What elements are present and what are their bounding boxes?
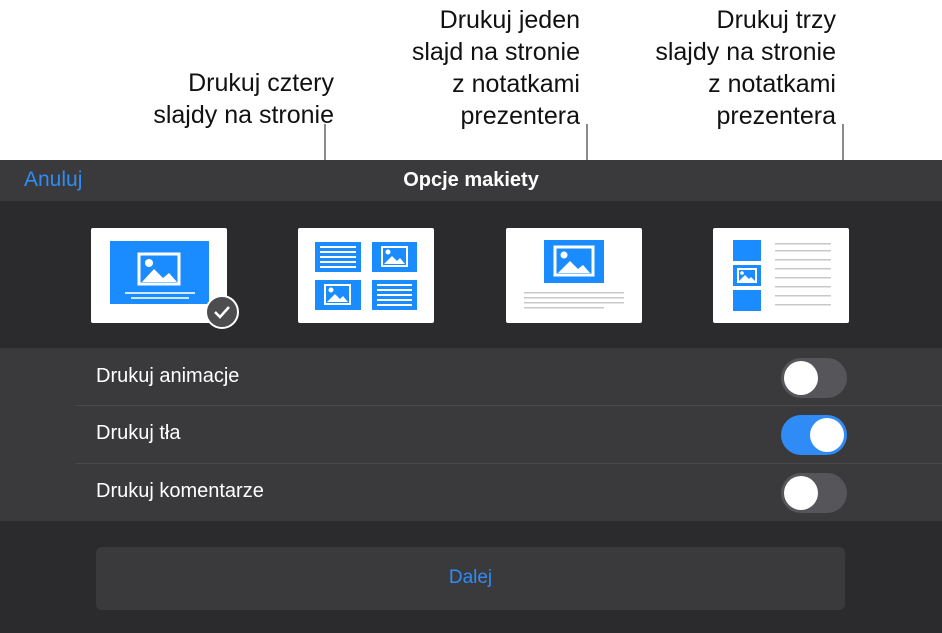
option-row-backgrounds: Drukuj tła: [76, 406, 942, 463]
layout-options-dialog: Anuluj Opcje makiety Drukuj animacje Dru…: [0, 160, 942, 633]
option-row-comments: Drukuj komentarze: [76, 464, 942, 521]
layout-four-slides[interactable]: [298, 228, 434, 323]
option-row-animations: Drukuj animacje: [76, 349, 942, 406]
slide-with-notes-layout-icon: [524, 240, 624, 309]
selected-check-icon: [205, 295, 239, 329]
callout-three-slides-notes: Drukuj trzy slajdy na stronie z notatkam…: [655, 6, 836, 130]
layout-single-slide[interactable]: [91, 228, 239, 329]
layout-thumbnails: [0, 201, 942, 348]
animations-toggle[interactable]: [781, 358, 847, 398]
callout-four-slides: Drukuj cztery slajdy na stronie: [153, 69, 334, 129]
dialog-header: Anuluj Opcje makiety: [0, 160, 942, 201]
option-label: Drukuj komentarze: [96, 480, 264, 502]
print-options-list: Drukuj animacje Drukuj tła Drukuj koment…: [0, 348, 942, 521]
next-button-label: Dalej: [448, 567, 493, 588]
toggle-knob: [810, 418, 844, 452]
layout-three-slides-with-notes[interactable]: [713, 228, 849, 323]
toggle-knob: [784, 361, 818, 395]
three-slides-with-notes-layout-icon: [733, 240, 831, 311]
option-label: Drukuj animacje: [96, 365, 240, 387]
next-button[interactable]: Dalej: [96, 547, 845, 610]
layout-slide-with-notes[interactable]: [506, 228, 642, 323]
toggle-knob: [784, 476, 818, 510]
dialog-title: Opcje makiety: [403, 169, 539, 191]
comments-toggle[interactable]: [781, 473, 847, 513]
option-label: Drukuj tła: [96, 422, 181, 444]
callout-one-slide-notes: Drukuj jeden slajd na stronie z notatkam…: [411, 6, 580, 130]
backgrounds-toggle[interactable]: [781, 415, 847, 455]
four-slides-layout-icon: [315, 242, 417, 310]
